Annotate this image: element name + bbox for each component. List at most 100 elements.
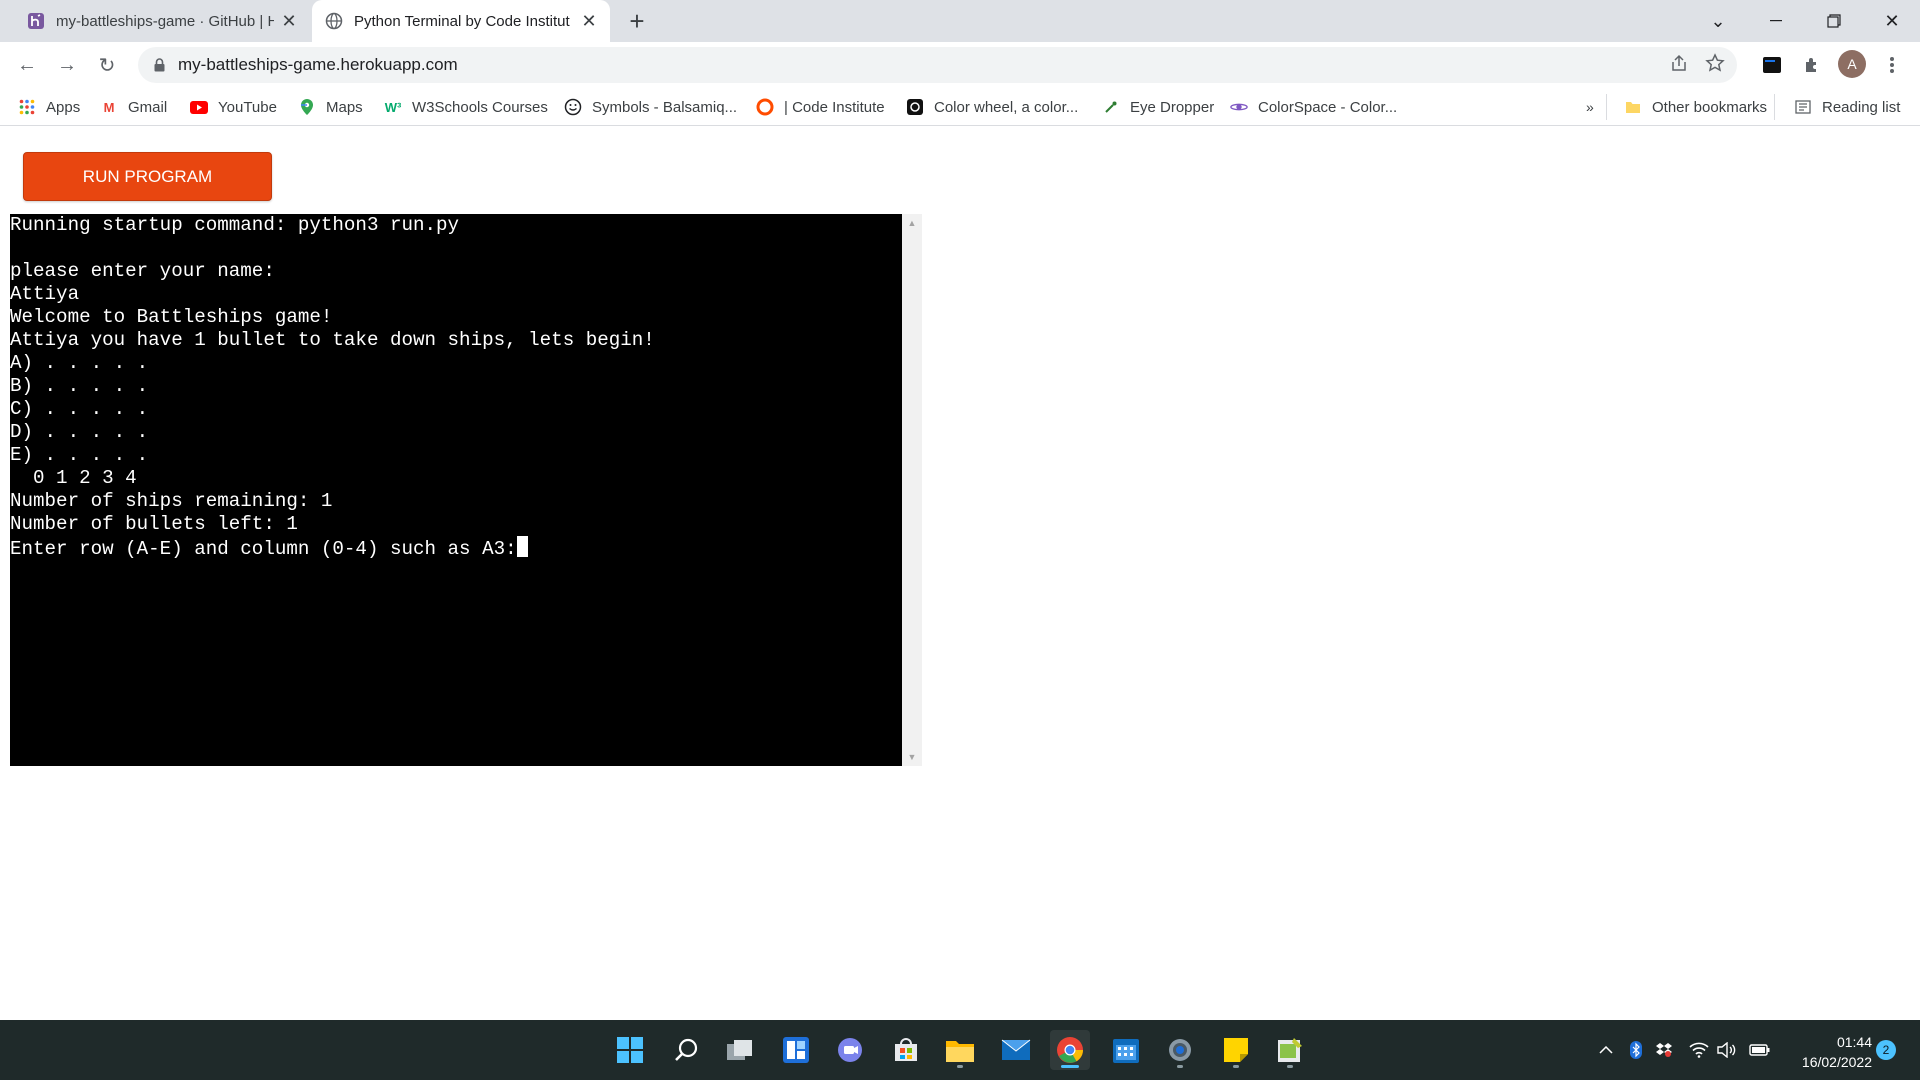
tab-github[interactable]: my-battleships-game · GitHub | H ✕ xyxy=(10,0,310,42)
forward-icon[interactable]: → xyxy=(52,50,82,80)
terminal-scrollbar[interactable]: ▲ ▼ xyxy=(902,214,922,766)
bookmark-apps[interactable]: Apps xyxy=(18,96,80,118)
tab-title: Python Terminal by Code Institut xyxy=(354,12,570,30)
scroll-down-icon[interactable]: ▼ xyxy=(902,748,922,766)
search-icon[interactable] xyxy=(666,1030,706,1070)
bookmark-w3schools[interactable]: W³ W3Schools Courses xyxy=(384,96,548,118)
file-explorer-icon[interactable] xyxy=(940,1030,980,1070)
terminal-prompt: Enter row (A-E) and column (0-4) such as… xyxy=(10,538,517,560)
bookmark-gmail[interactable]: M Gmail xyxy=(100,96,168,118)
reading-list-button[interactable]: Reading list xyxy=(1794,96,1900,118)
terminal-line: 0 1 2 3 4 xyxy=(10,467,137,489)
bookmarks-divider xyxy=(1606,94,1607,120)
scroll-up-icon[interactable]: ▲ xyxy=(902,214,922,232)
task-view-icon[interactable] xyxy=(720,1030,760,1070)
reload-icon[interactable]: ↻ xyxy=(92,50,122,80)
bookmark-colorspace[interactable]: ColorSpace - Color... xyxy=(1230,96,1397,118)
share-icon[interactable] xyxy=(1669,53,1689,78)
lock-icon[interactable] xyxy=(152,58,166,72)
run-program-button[interactable]: RUN PROGRAM xyxy=(23,152,272,201)
calendar-icon[interactable] xyxy=(1106,1030,1146,1070)
running-indicator xyxy=(957,1065,963,1068)
terminal-line: B) . . . . . xyxy=(10,375,149,397)
bookmark-other-bookmarks[interactable]: Other bookmarks xyxy=(1624,96,1767,118)
mail-icon[interactable] xyxy=(996,1030,1036,1070)
heroku-icon xyxy=(26,11,46,31)
bookmark-label: Eye Dropper xyxy=(1130,98,1215,116)
widgets-icon[interactable] xyxy=(776,1030,816,1070)
dropbox-icon[interactable] xyxy=(1654,1038,1674,1062)
running-indicator xyxy=(1287,1065,1293,1068)
bookmark-label: Other bookmarks xyxy=(1652,98,1768,116)
code-institute-icon xyxy=(756,98,774,116)
wifi-icon[interactable] xyxy=(1688,1038,1710,1062)
bookmark-label: Apps xyxy=(46,98,81,116)
bookmarks-overflow-icon[interactable]: » xyxy=(1586,96,1594,118)
running-indicator xyxy=(1233,1065,1239,1068)
battery-icon[interactable] xyxy=(1748,1038,1772,1062)
bookmark-label: | Code Institute xyxy=(784,98,885,116)
terminal-line: C) . . . . . xyxy=(10,398,149,420)
back-icon[interactable]: ← xyxy=(12,50,42,80)
sticky-notes-icon[interactable] xyxy=(1216,1030,1256,1070)
chrome-icon[interactable] xyxy=(1050,1030,1090,1070)
settings-icon[interactable] xyxy=(1160,1030,1200,1070)
close-icon[interactable]: ✕ xyxy=(578,10,600,32)
profile-avatar[interactable]: A xyxy=(1838,50,1866,78)
bookmark-color-wheel[interactable]: Color wheel, a color... xyxy=(906,96,1078,118)
terminal[interactable]: Running startup command: python3 run.py … xyxy=(10,214,902,766)
youtube-icon xyxy=(190,98,208,116)
clock-time: 01:44 xyxy=(1836,1034,1872,1050)
bookmark-label: Color wheel, a color... xyxy=(934,98,1079,116)
terminal-line: Number of bullets left: 1 xyxy=(10,513,298,535)
close-icon[interactable]: ✕ xyxy=(278,10,300,32)
apps-grid-icon xyxy=(18,98,36,116)
bookmark-youtube[interactable]: YouTube xyxy=(190,96,277,118)
new-tab-button[interactable]: + xyxy=(622,6,652,36)
terminal-cursor[interactable] xyxy=(516,536,528,557)
bookmark-label: Maps xyxy=(326,98,363,116)
bookmark-symbols-balsamiq[interactable]: Symbols - Balsamiq... xyxy=(564,96,737,118)
system-clock[interactable]: 01:44 16/02/2022 xyxy=(1782,1032,1872,1072)
smiley-icon xyxy=(564,98,582,116)
restore-icon[interactable] xyxy=(1806,0,1862,42)
bookmark-eye-dropper[interactable]: Eye Dropper xyxy=(1102,96,1214,118)
w3schools-icon: W³ xyxy=(384,99,402,115)
terminal-line: please enter your name: xyxy=(10,260,275,282)
bookmark-label: YouTube xyxy=(218,98,277,116)
tab-title: my-battleships-game · GitHub | H xyxy=(56,12,274,30)
extensions-icon[interactable] xyxy=(1798,51,1826,79)
browser-tab-strip: my-battleships-game · GitHub | H ✕ Pytho… xyxy=(0,0,1920,42)
game-icon[interactable] xyxy=(1270,1030,1310,1070)
terminal-line: D) . . . . . xyxy=(10,421,149,443)
bookmark-maps[interactable]: Maps xyxy=(298,96,363,118)
terminal-line: A) . . . . . xyxy=(10,352,149,374)
terminal-extension-icon[interactable] xyxy=(1758,51,1786,79)
running-indicator xyxy=(1177,1065,1183,1068)
tab-search-icon[interactable]: ⌄ xyxy=(1690,0,1746,42)
windows-taskbar: 01:44 16/02/2022 xyxy=(0,1020,1920,1080)
address-bar[interactable]: my-battleships-game.herokuapp.com xyxy=(138,47,1737,83)
volume-icon[interactable] xyxy=(1716,1038,1738,1062)
close-window-icon[interactable]: ✕ xyxy=(1864,0,1920,42)
terminal-line: Attiya xyxy=(10,283,80,305)
maps-icon xyxy=(298,98,316,116)
show-hidden-icons-icon[interactable] xyxy=(1596,1038,1616,1062)
start-icon[interactable] xyxy=(610,1030,650,1070)
teams-chat-icon[interactable] xyxy=(830,1030,870,1070)
bookmark-star-icon[interactable] xyxy=(1705,53,1725,78)
minimize-icon[interactable] xyxy=(1748,0,1804,42)
color-wheel-icon xyxy=(906,98,924,116)
notification-badge[interactable]: 2 xyxy=(1876,1040,1896,1060)
microsoft-store-icon[interactable] xyxy=(886,1030,926,1070)
bookmark-label: Symbols - Balsamiq... xyxy=(592,98,738,116)
tab-python-terminal[interactable]: Python Terminal by Code Institut ✕ xyxy=(312,0,610,42)
bookmark-label: Gmail xyxy=(128,98,168,116)
menu-kebab-icon[interactable] xyxy=(1878,51,1906,79)
bookmark-code-institute[interactable]: | Code Institute xyxy=(756,96,885,118)
bookmarks-divider xyxy=(1774,94,1775,120)
browser-toolbar: ← → ↻ my-battleships-game.herokuapp.com xyxy=(0,42,1920,88)
bookmark-label: W3Schools Courses xyxy=(412,98,548,116)
bluetooth-icon[interactable] xyxy=(1626,1038,1646,1062)
url-text[interactable]: my-battleships-game.herokuapp.com xyxy=(178,55,458,75)
